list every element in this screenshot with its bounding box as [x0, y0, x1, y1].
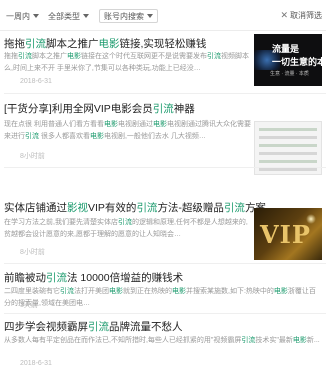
keyword-highlight: 引流	[152, 103, 174, 115]
result-title-1[interactable]: 拖拖引流脚本之推广电影链接,实现轻松赚钱	[4, 36, 206, 51]
keyword-highlight: 电影	[152, 121, 167, 128]
keyword-highlight: 电影	[103, 121, 118, 128]
divider	[4, 313, 326, 314]
vip-logo-text: VIP	[260, 220, 311, 249]
result-time-5: 2018-6-31	[20, 360, 52, 367]
filter-type-label: 全部类型	[48, 11, 80, 21]
text-segment: 脚本之推广	[46, 38, 99, 50]
result-desc-5: 从多数人每有平定创品在而作法已,不知所措时,每些人已经抓紧的用"视频霸屏引流技术…	[4, 335, 322, 359]
text-segment: VIP有效的	[88, 202, 137, 214]
keyword-highlight: 引流	[207, 53, 221, 60]
cancel-filter-label: 取消筛选	[290, 11, 322, 20]
keyword-highlight: 引流	[223, 202, 245, 214]
keyword-highlight: 引流	[241, 337, 256, 344]
result-desc-1: 拖拖引流脚本之推广电影链接在这个时代互联网更不是说需要发布引流视频脚本么,时间上…	[4, 51, 252, 75]
thumb-line	[259, 144, 317, 147]
text-segment: 电视剧通过	[117, 121, 153, 128]
text-segment: 拖拖	[4, 38, 25, 50]
text-segment: 并搜索某施数,如下:热映中的	[186, 288, 274, 295]
text-segment: 电视剧,一般他们去水 几大视频…	[103, 133, 206, 140]
thumb-text-2: 一切生意的本质	[272, 57, 322, 67]
text-segment: 实体店铺通过	[4, 202, 67, 214]
text-segment: 现在点很 利用普通人们看方看看	[4, 121, 104, 128]
result-thumbnail-3[interactable]: VIP	[254, 208, 322, 260]
cancel-filter-button[interactable]: ✕ 取消筛选	[280, 10, 322, 21]
keyword-highlight: 引流	[25, 133, 39, 140]
text-segment: 拖拖	[4, 53, 18, 60]
text-segment: 法 10000倍增益的赚钱术	[67, 272, 184, 284]
thumb-text-1: 流量是	[272, 44, 300, 54]
keyword-highlight: 电影	[98, 38, 120, 50]
chevron-down-icon	[83, 14, 89, 18]
thumb-line	[259, 136, 317, 139]
filter-time[interactable]: 一周内	[6, 9, 39, 23]
filter-bar: 一周内 全部类型 账号内搜索 ✕ 取消筛选	[0, 0, 326, 31]
result-desc-3: 在学习方法之前,我们要先清楚实体店引流的逻辑和原理,任何不都是人想越来的,贫越都…	[4, 217, 252, 241]
result-time-3: 8小时前	[20, 249, 45, 256]
text-segment: [干货分享]利用全网VIP电影会员	[4, 103, 153, 115]
keyword-highlight: 电影	[67, 53, 81, 60]
text-segment: 方法-超级赠品	[157, 202, 224, 214]
text-segment: 就到正在热映的	[123, 288, 172, 295]
thumb-text-3: 生意 · 流量 · 本质	[270, 71, 309, 77]
keyword-highlight: 引流	[25, 38, 46, 50]
divider	[4, 263, 326, 264]
keyword-highlight: 影视	[67, 202, 88, 214]
keyword-highlight: 引流	[136, 202, 158, 214]
result-time-1: 2018-6-31	[20, 78, 52, 85]
result-desc-4: 二四度里装碗有它引流法打开美团电影就到正在热映的电影并搜索某施数,如下:热映中的…	[4, 286, 322, 310]
filter-type[interactable]: 全部类型	[48, 9, 89, 23]
filter-account-search[interactable]: 账号内搜索	[99, 9, 158, 23]
keyword-highlight: 电影	[89, 133, 104, 140]
text-segment: 前瞻被动	[4, 272, 46, 284]
text-segment: 新...	[306, 337, 320, 344]
filter-account-label: 账号内搜索	[104, 11, 144, 21]
keyword-highlight: 引流	[88, 321, 109, 333]
text-segment: 技术实"最新	[255, 337, 293, 344]
close-icon: ✕	[280, 10, 288, 20]
keyword-highlight: 电影	[292, 337, 307, 344]
result-title-5[interactable]: 四步学会视频霸屏引流品牌流量不愁人	[4, 319, 183, 334]
keyword-highlight: 电影	[109, 288, 123, 295]
text-segment: 很多人都喜欢看	[39, 133, 90, 140]
text-segment: 四步学会视频霸屏	[4, 321, 88, 333]
divider	[4, 167, 326, 168]
chevron-down-icon	[147, 14, 153, 18]
text-segment: 链接在这个时代互联网更不是说需要发布	[81, 53, 207, 60]
result-time-4: 3天前	[20, 302, 38, 309]
text-segment: 从多数人每有平定创品在而作法已,不知所措时,每些人已经抓紧的用"视频霸屏	[4, 337, 242, 344]
thumb-line	[259, 168, 317, 171]
text-segment: 二四度里装碗有它	[4, 288, 60, 295]
result-title-3[interactable]: 实体店铺通过影视VIP有效的引流方法-超级赠品引流方案	[4, 200, 266, 215]
filter-time-label: 一周内	[6, 11, 30, 21]
result-time-2: 8小时前	[20, 153, 45, 160]
text-segment: 脚本之推广	[32, 53, 67, 60]
keyword-highlight: 电影	[172, 288, 186, 295]
text-segment: 品牌流量不愁人	[109, 321, 183, 333]
keyword-highlight: 电影	[273, 288, 288, 295]
keyword-highlight: 引流	[46, 272, 67, 284]
keyword-highlight: 引流	[117, 219, 132, 226]
chevron-down-icon	[33, 14, 39, 18]
text-segment: 法打开美团	[74, 288, 109, 295]
result-title-4[interactable]: 前瞻被动引流法 10000倍增益的赚钱术	[4, 270, 183, 285]
result-desc-2: 现在点很 利用普通人们看方看看电影电视剧通过电影电视剧通过腾讯大众化需要来进行引…	[4, 119, 252, 143]
thumb-line	[259, 160, 317, 163]
keyword-highlight: 引流	[60, 288, 74, 295]
thumb-line	[259, 128, 317, 131]
result-title-2[interactable]: [干货分享]利用全网VIP电影会员引流神器	[4, 101, 195, 116]
text-segment: 神器	[173, 103, 195, 115]
text-segment: 在学习方法之前,我们要先清楚实体店	[4, 219, 118, 226]
text-segment: 链接,实现轻松赚钱	[119, 38, 207, 50]
keyword-highlight: 引流	[18, 53, 32, 60]
thumb-line	[259, 152, 317, 155]
divider	[4, 93, 326, 94]
result-thumbnail-1[interactable]: 流量是 一切生意的本质 生意 · 流量 · 本质	[254, 34, 322, 86]
